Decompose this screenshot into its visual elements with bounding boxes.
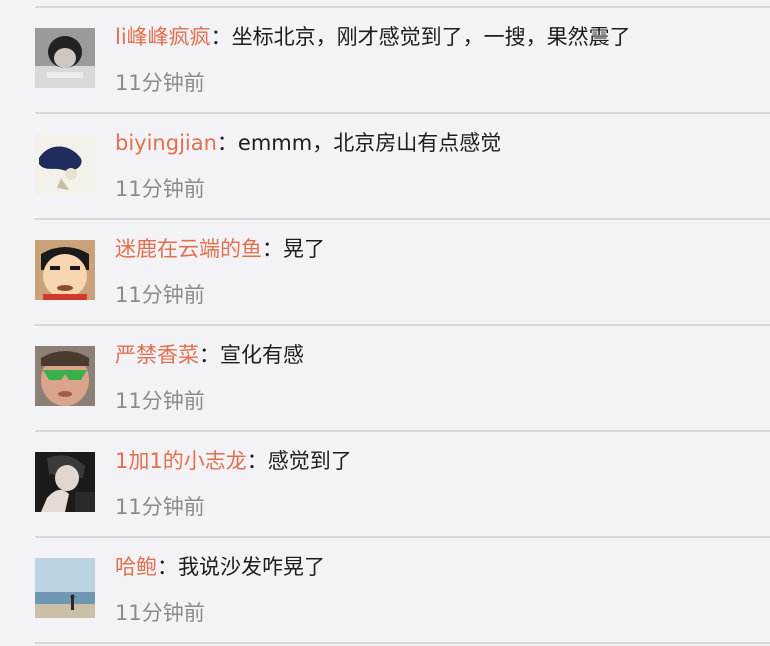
comment-text-line: 哈鲍：我说沙发咋晃了: [115, 550, 325, 584]
username-link[interactable]: 哈鲍: [115, 555, 157, 579]
avatar-abstract-blue-icon: [35, 134, 95, 194]
username-link[interactable]: 严禁香菜: [115, 343, 199, 367]
comment-item: 迷鹿在云端的鱼：晃了 11分钟前: [35, 220, 770, 326]
avatar[interactable]: [35, 558, 95, 618]
comment-item: li峰峰疯疯：坐标北京，刚才感觉到了，一搜，果然震了 11分钟前: [35, 8, 770, 114]
comment-text-line: 严禁香菜：宣化有感: [115, 338, 304, 372]
separator: ：: [199, 343, 220, 367]
avatar-beach-icon: [35, 558, 95, 618]
comment-content: 我说沙发咋晃了: [178, 555, 325, 579]
username-link[interactable]: 1加1的小志龙: [115, 449, 247, 473]
comment-content: emmm，北京房山有点感觉: [237, 131, 502, 155]
comment-time: 11分钟前: [115, 389, 205, 413]
avatar-dark-selfie-icon: [35, 452, 95, 512]
avatar[interactable]: [35, 240, 95, 300]
separator: ：: [210, 25, 232, 49]
avatar[interactable]: [35, 346, 95, 406]
comment-time: 11分钟前: [115, 283, 205, 307]
avatar[interactable]: [35, 28, 95, 88]
comment-text-line: li峰峰疯疯：坐标北京，刚才感觉到了，一搜，果然震了: [115, 20, 631, 54]
avatar-girl-photo-icon: [35, 28, 95, 88]
comment-content: 感觉到了: [267, 449, 352, 473]
comment-text-line: biyingjian：emmm，北京房山有点感觉: [115, 126, 501, 160]
comment-item: 严禁香菜：宣化有感 11分钟前: [35, 326, 770, 432]
separator: ：: [157, 555, 178, 579]
comment-item: 1加1的小志龙：感觉到了 11分钟前: [35, 432, 770, 538]
avatar-cartoon-face-icon: [35, 240, 95, 300]
avatar[interactable]: [35, 452, 95, 512]
comment-time: 11分钟前: [115, 495, 205, 519]
username-link[interactable]: 迷鹿在云端的鱼: [115, 237, 262, 261]
comment-item: biyingjian：emmm，北京房山有点感觉 11分钟前: [35, 114, 770, 220]
comment-text-line: 1加1的小志龙：感觉到了: [115, 444, 352, 478]
comment-time: 11分钟前: [115, 71, 205, 95]
avatar[interactable]: [35, 134, 95, 194]
separator: ：: [246, 449, 268, 473]
separator: ：: [216, 131, 238, 155]
avatar-man-sunglasses-icon: [35, 346, 95, 406]
comment-time: 11分钟前: [115, 601, 205, 625]
comment-text-line: 迷鹿在云端的鱼：晃了: [115, 232, 325, 266]
comment-item: 哈鲍：我说沙发咋晃了 11分钟前: [35, 538, 770, 644]
username-link[interactable]: li峰峰疯疯: [115, 25, 211, 49]
comment-content: 晃了: [283, 237, 325, 261]
comment-time: 11分钟前: [115, 177, 205, 201]
separator: ：: [262, 237, 283, 261]
username-link[interactable]: biyingjian: [115, 131, 217, 155]
comment-list: li峰峰疯疯：坐标北京，刚才感觉到了，一搜，果然震了 11分钟前 biyingj…: [0, 8, 770, 644]
comment-content: 宣化有感: [220, 343, 304, 367]
comment-content: 坐标北京，刚才感觉到了，一搜，果然震了: [231, 25, 631, 49]
